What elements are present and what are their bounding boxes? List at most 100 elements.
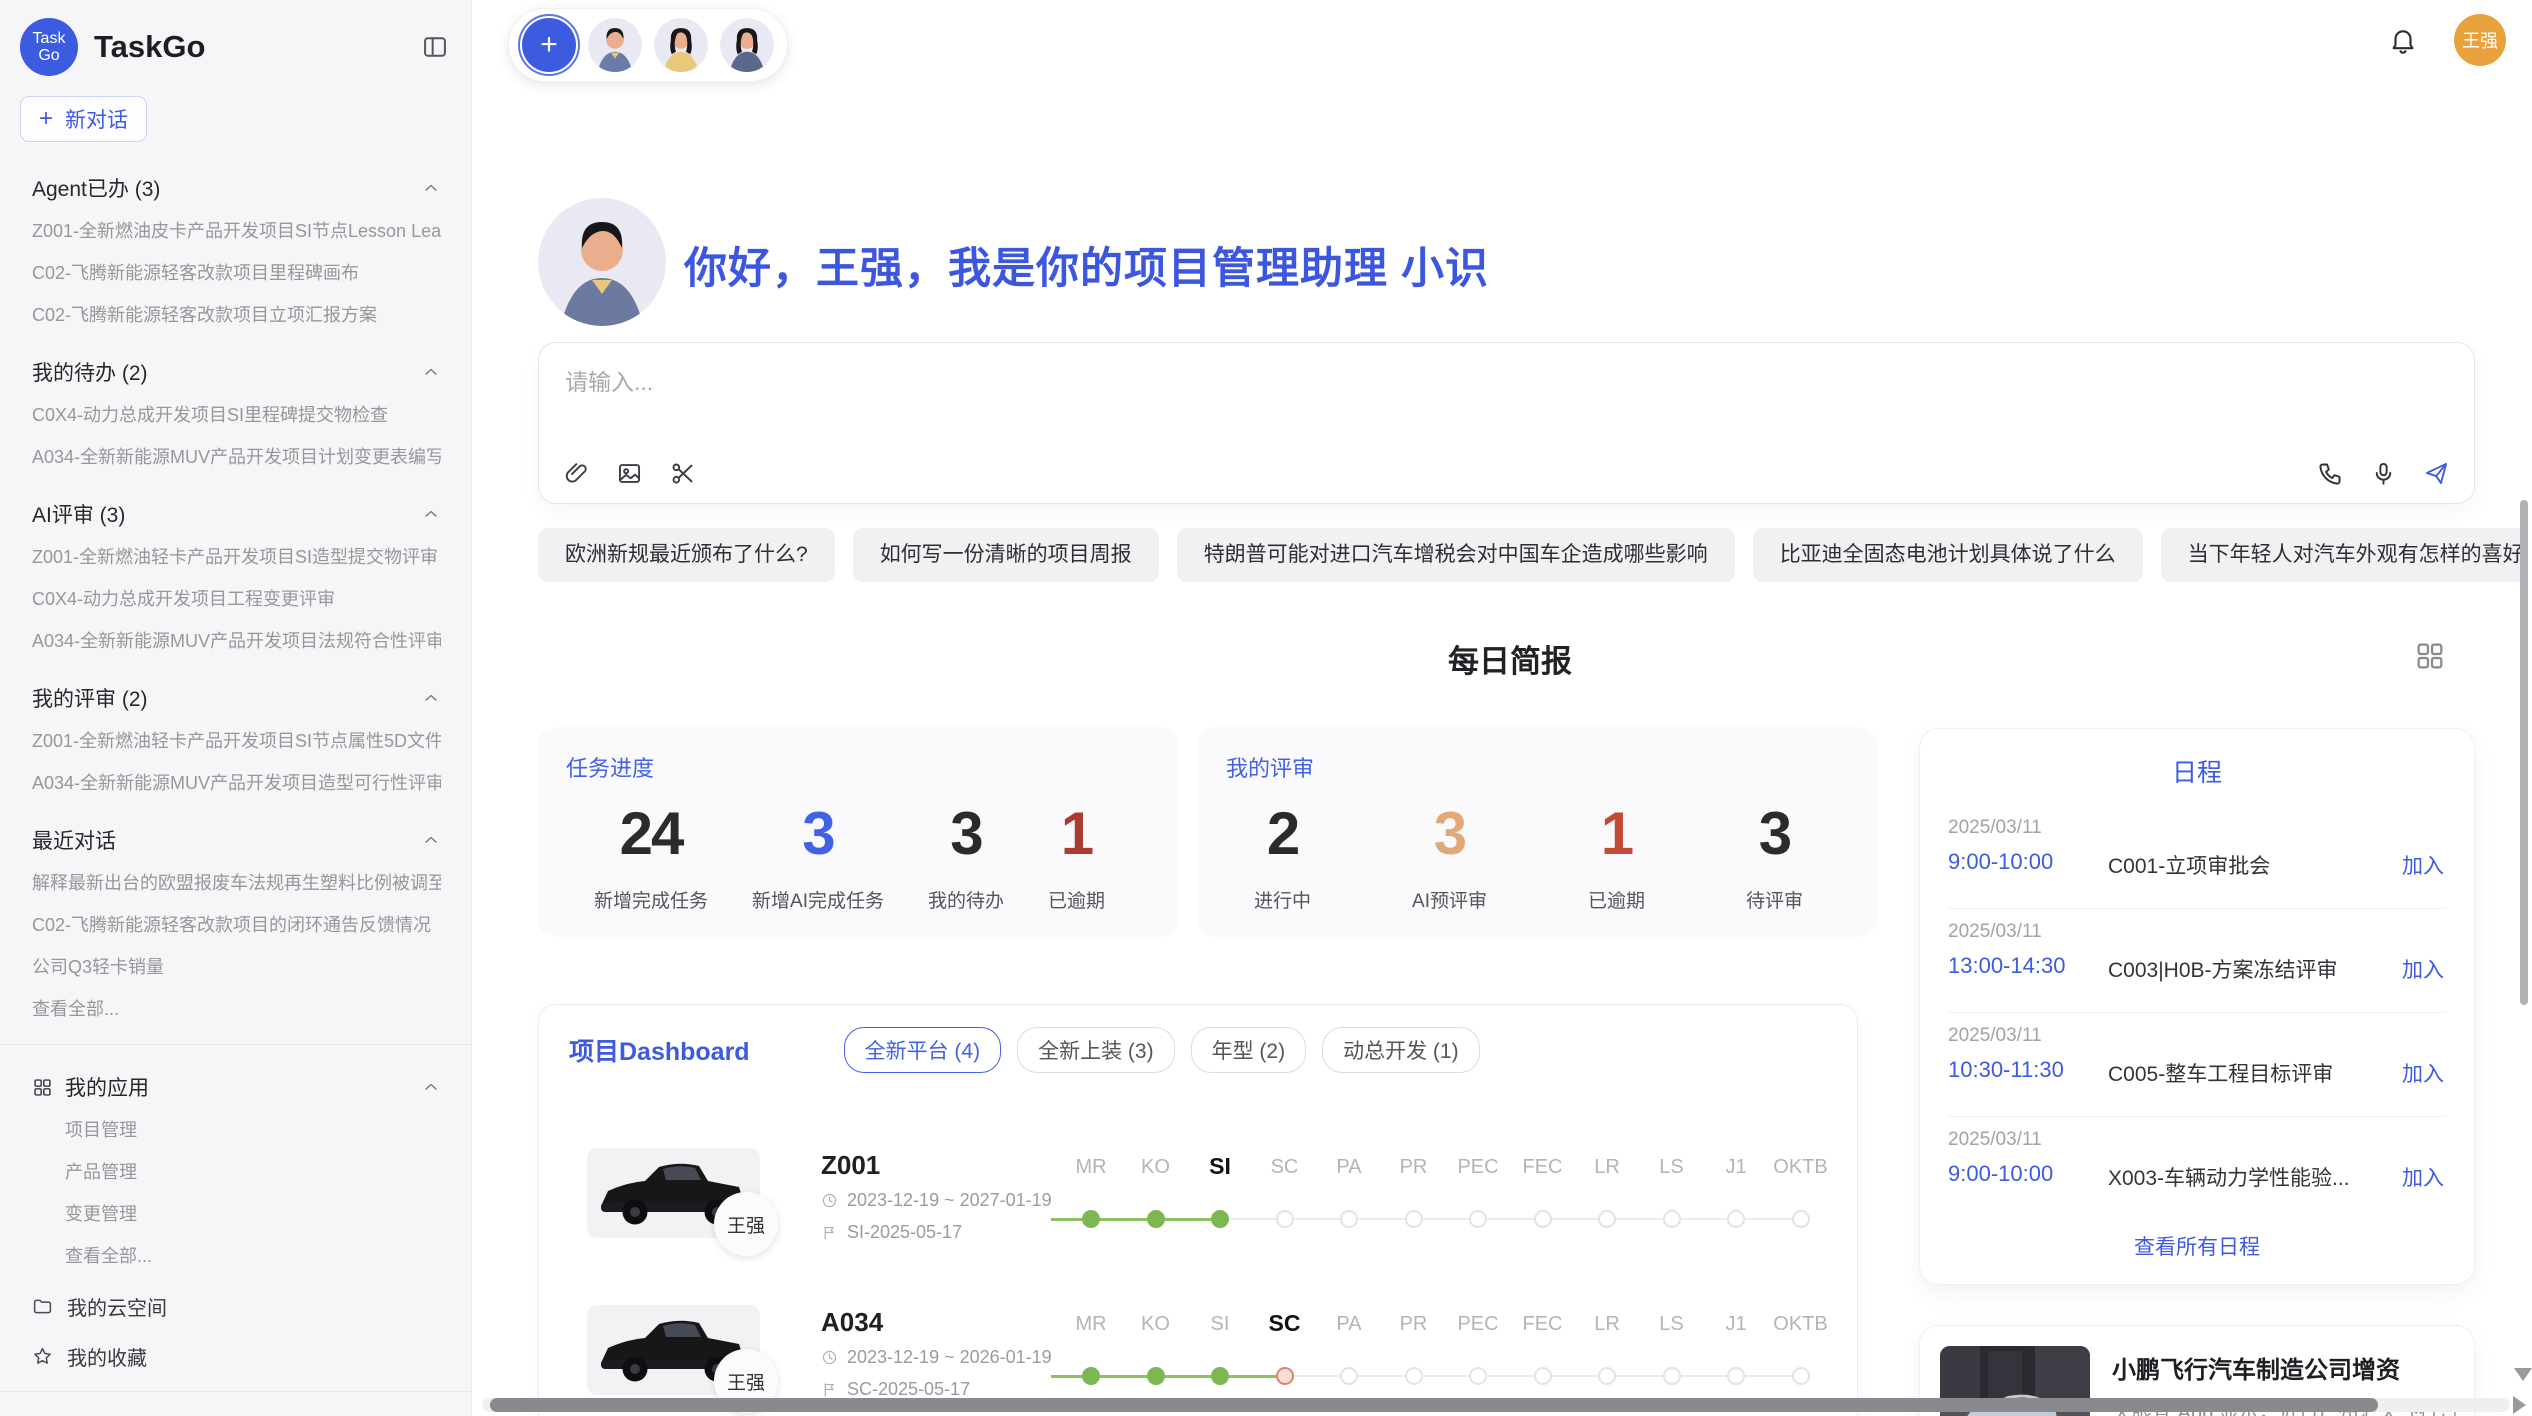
scroll-down-arrow-icon[interactable] [2514,1368,2532,1381]
schedule-title: 日程 [1948,729,2446,789]
project-row[interactable]: 王强Z0012023-12-19 ~ 2027-01-19SI-2025-05-… [539,1148,1857,1305]
suggestion-chip[interactable]: 特朗普可能对进口汽车增税会对中国车企造成哪些影响 [1177,528,1735,582]
sidebar-item[interactable]: Z001-全新燃油轻卡产品开发项目SI节点属性5D文件评审 [32,720,441,762]
sidebar-section: 我的待办 (2)C0X4-动力总成开发项目SI里程碑提交物检查A034-全新新能… [0,340,471,482]
sidebar-link-folder[interactable]: 我的云空间 [0,1281,471,1331]
sidebar-item[interactable]: 公司Q3轻卡销量 [32,946,441,988]
sidebar-item[interactable]: C0X4-动力总成开发项目SI里程碑提交物检查 [32,394,441,436]
project-flag: SI-2025-05-17 [821,1222,962,1243]
plus-icon: + [39,107,53,131]
scissors-icon[interactable] [669,460,696,487]
milestone-dot [1469,1210,1487,1228]
schedule-view-all-link[interactable]: 查看所有日程 [1948,1231,2446,1261]
milestone-dot [1663,1367,1681,1385]
sidebar-item[interactable]: C0X4-动力总成开发项目工程变更评审 [32,578,441,620]
sidebar-apps-header[interactable]: 我的应用 [32,1065,441,1109]
milestone-label: MR [1056,1156,1126,1179]
milestone-label: LS [1637,1156,1707,1179]
suggestion-chip[interactable]: 欧洲新规最近颁布了什么? [538,528,835,582]
horizontal-scrollbar[interactable] [482,1398,2510,1412]
sidebar-app-item[interactable]: 项目管理 [32,1109,441,1151]
sidebar-item[interactable]: C02-飞腾新能源轻客改款项目的闭环通告反馈情况 [32,904,441,946]
event-join-link[interactable]: 加入 [2402,954,2444,984]
event-date: 2025/03/11 [1948,817,2042,839]
layout-grid-icon[interactable] [2414,640,2446,672]
horizontal-scrollbar-thumb[interactable] [490,1398,2378,1412]
milestone-dot [1147,1367,1165,1385]
milestone-dot [1276,1367,1294,1385]
sidebar-section-title: AI评审 (3) [32,499,421,529]
sidebar-tool-users[interactable]: AI超级员工 [0,1402,471,1416]
dashboard-tab[interactable]: 年型 (2) [1191,1027,1307,1073]
user-avatar[interactable]: 王强 [2454,14,2506,66]
phone-call-icon[interactable] [2317,460,2344,487]
new-chat-label: 新对话 [65,104,128,134]
sidebar-section-header[interactable]: AI评审 (3) [32,492,441,536]
sidebar-item[interactable]: C02-飞腾新能源轻客改款项目里程碑画布 [32,252,441,294]
sidebar-app-item[interactable]: 产品管理 [32,1151,441,1193]
dashboard-tab[interactable]: 全新平台 (4) [844,1027,1002,1073]
logo-line-1: Task [33,30,66,47]
event-time: 9:00-10:00 [1948,1161,2053,1187]
new-chat-button[interactable]: + 新对话 [20,96,147,142]
milestone-label: KO [1121,1156,1191,1179]
collapse-sidebar-icon[interactable] [421,33,449,61]
sidebar-item[interactable]: 解释最新出台的欧盟报废车法规再生塑料比例被调至15%... [32,862,441,904]
dashboard-tab[interactable]: 全新上装 (3) [1017,1027,1175,1073]
schedule-list: 2025/03/119:00-10:00C001-立项审批会加入2025/03/… [1948,805,2446,1221]
milestone-dot [1082,1367,1100,1385]
milestone-label: SI [1185,1313,1255,1336]
microphone-icon[interactable] [2370,460,2397,487]
event-join-link[interactable]: 加入 [2402,850,2444,880]
paperclip-icon[interactable] [563,460,590,487]
sidebar-section-header[interactable]: 我的评审 (2) [32,676,441,720]
milestone-dot [1469,1367,1487,1385]
schedule-card: 日程 2025/03/119:00-10:00C001-立项审批会加入2025/… [1919,728,2475,1285]
image-icon[interactable] [616,460,643,487]
send-icon[interactable] [2423,460,2450,487]
event-time: 13:00-14:30 [1948,953,2065,979]
notification-bell-icon[interactable] [2388,25,2418,55]
sidebar-section-header[interactable]: Agent已办 (3) [32,166,441,210]
sidebar-apps-view-all[interactable]: 查看全部... [32,1235,441,1277]
logo-line-2: Go [38,47,59,64]
sidebar-item[interactable]: A034-全新新能源MUV产品开发项目计划变更表编写 [32,436,441,478]
sidebar-divider [0,1044,471,1045]
milestone-dot [1082,1210,1100,1228]
event-join-link[interactable]: 加入 [2402,1162,2444,1192]
chat-input-box[interactable]: 请输入... [538,342,2475,504]
dashboard-tab[interactable]: 动总开发 (1) [1322,1027,1480,1073]
stat-item: 2进行中 [1254,799,1311,913]
suggestion-chip[interactable]: 比亚迪全固态电池计划具体说了什么 [1753,528,2143,582]
stat-label: 待评审 [1746,886,1803,913]
sidebar-view-all[interactable]: 查看全部... [32,988,441,1030]
vertical-scrollbar-thumb[interactable] [2520,500,2528,1005]
milestone-label: PR [1379,1313,1449,1336]
suggestion-chip[interactable]: 如何写一份清晰的项目周报 [853,528,1159,582]
sidebar-item[interactable]: Z001-全新燃油皮卡产品开发项目SI节点Lesson Learn报告 [32,210,441,252]
milestone-dot [1598,1210,1616,1228]
sidebar-section-header[interactable]: 我的待办 (2) [32,350,441,394]
sidebar-item[interactable]: C02-飞腾新能源轻客改款项目立项汇报方案 [32,294,441,336]
assistant-avatar-3[interactable] [720,18,774,72]
stat-label: 已逾期 [1588,886,1645,913]
input-actions [2317,460,2450,487]
sidebar-section-header[interactable]: 最近对话 [32,818,441,862]
assistant-avatar-1[interactable] [588,18,642,72]
suggestion-chip[interactable]: 当下年轻人对汽车外观有怎样的喜好趋势 [2161,528,2528,582]
add-assistant-button[interactable]: + [522,18,576,72]
project-dates: 2023-12-19 ~ 2026-01-19 [821,1347,1052,1368]
sidebar-app-item[interactable]: 变更管理 [32,1193,441,1235]
assistant-avatar-2[interactable] [654,18,708,72]
stat-card-title: 任务进度 [566,751,1129,783]
daily-briefing-title: 每日简报 [538,636,2482,681]
sidebar-item[interactable]: A034-全新新能源MUV产品开发项目造型可行性评审 [32,762,441,804]
scroll-right-arrow-icon[interactable] [2513,1396,2526,1414]
sidebar-item[interactable]: A034-全新新能源MUV产品开发项目法规符合性评审 [32,620,441,662]
sidebar-item[interactable]: Z001-全新燃油轻卡产品开发项目SI造型提交物评审 [32,536,441,578]
milestone-label: J1 [1701,1156,1771,1179]
stat-value: 3 [1746,799,1803,868]
sidebar-section: AI评审 (3) Z001-全新燃油轻卡产品开发项目SI造型提交物评审C0X4-动… [0,482,471,666]
sidebar-link-star[interactable]: 我的收藏 [0,1331,471,1381]
event-join-link[interactable]: 加入 [2402,1058,2444,1088]
